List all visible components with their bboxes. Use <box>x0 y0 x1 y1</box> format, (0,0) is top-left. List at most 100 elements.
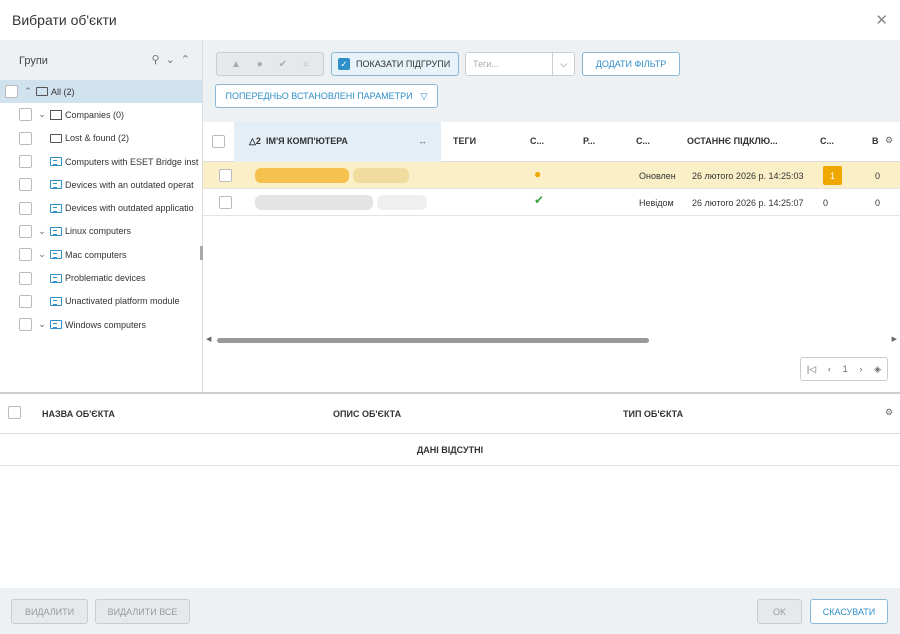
group-label: Windows computers <box>65 319 147 330</box>
group-tree-item[interactable]: Devices with an outdated operat <box>0 173 202 196</box>
status-filter-group: ▲ ● ✔ ○ <box>216 52 324 76</box>
chevron-down-icon[interactable]: ⌄ <box>36 109 48 120</box>
group-tree-item[interactable]: ⌃ All (2) <box>0 80 202 104</box>
group-tree-item[interactable]: Lost & found (2) <box>0 127 202 150</box>
chevron-down-icon[interactable]: ⌄ <box>36 226 48 237</box>
groups-panel: Групи ⚲ ⌄ ⌃ ⌃ All (2) ⌄ Companies (0) Lost &… <box>0 40 203 392</box>
group-label: Computers with ESET Bridge inst <box>65 156 199 167</box>
scroll-right-icon[interactable]: ▶ <box>892 335 897 343</box>
dialog-footer: ВИДАЛИТИ ВИДАЛИТИ ВСЕ OK СКАСУВАТИ <box>0 588 900 634</box>
table-row[interactable]: ✔ Невідом 26 лютого 2026 р. 14:25:07 0 0 <box>203 189 900 216</box>
row-checkbox[interactable] <box>219 196 232 209</box>
group-checkbox[interactable] <box>19 248 32 262</box>
layers-icon[interactable]: ◈ <box>874 364 881 375</box>
col-r[interactable]: Р... <box>583 136 595 146</box>
group-checkbox[interactable] <box>19 271 32 285</box>
tags-select[interactable]: Теги... ⌵ <box>465 52 575 76</box>
close-icon[interactable]: ✕ <box>875 11 888 29</box>
dynamic-group-icon <box>50 180 62 190</box>
selected-objects-header: НАЗВА ОБ'ЄКТА ОПИС ОБ'ЄКТА ТИП ОБ'ЄКТА ⚙ <box>0 394 900 434</box>
group-checkbox[interactable] <box>19 178 32 192</box>
group-label: Lost & found (2) <box>65 133 130 144</box>
page-number: 1 <box>842 364 848 374</box>
ok-icon: ✔ <box>534 193 545 207</box>
chevron-down-icon[interactable]: ⌵ <box>552 53 574 75</box>
search-icon[interactable]: ⚲ <box>152 53 160 66</box>
group-tree-item[interactable]: ⌄ Linux computers <box>0 220 202 243</box>
gear-icon[interactable]: ⚙ <box>885 135 893 146</box>
groups-title: Групи <box>19 55 48 67</box>
select-all-checkbox[interactable] <box>212 135 225 148</box>
computers-table: △2 ІМ'Я КОМП'ЮТЕРА ↔ ТЕГИ С... Р... С...… <box>203 122 900 392</box>
add-filter-button[interactable]: ДОДАТИ ФІЛЬТР <box>582 52 680 76</box>
group-tree-item[interactable]: ⌄ Windows computers <box>0 313 202 336</box>
row-checkbox[interactable] <box>219 169 232 182</box>
group-tree-item[interactable]: Computers with ESET Bridge inst <box>0 150 202 173</box>
folder-icon <box>50 133 62 143</box>
warning-filter-icon[interactable]: ● <box>257 59 263 70</box>
building-icon <box>50 109 62 120</box>
row-last-connected: 26 лютого 2026 р. 14:25:07 <box>692 198 804 208</box>
col-tags[interactable]: ТЕГИ <box>453 136 476 146</box>
col-object-name[interactable]: НАЗВА ОБ'ЄКТА <box>42 409 115 419</box>
group-tree-item[interactable]: Devices with outdated applicatio <box>0 196 202 219</box>
group-checkbox[interactable] <box>19 155 32 169</box>
group-tree-item[interactable]: ⌄ Companies (0) <box>0 103 202 126</box>
dynamic-group-icon <box>50 250 62 260</box>
cancel-button[interactable]: СКАСУВАТИ <box>810 599 888 624</box>
next-page-icon[interactable]: › <box>859 364 862 374</box>
remove-button[interactable]: ВИДАЛИТИ <box>11 599 88 624</box>
ok-button[interactable]: OK <box>757 599 802 624</box>
col-alerts[interactable]: С... <box>820 136 834 146</box>
group-checkbox[interactable] <box>19 224 32 238</box>
prev-page-icon[interactable]: ‹ <box>828 364 831 374</box>
group-label: Linux computers <box>65 226 132 237</box>
scroll-left-icon[interactable]: ◀ <box>206 335 211 343</box>
group-checkbox[interactable] <box>19 318 32 332</box>
resize-icon[interactable]: ↔ <box>418 136 427 146</box>
group-tree-item[interactable]: ⌄ Mac computers <box>0 243 202 266</box>
row-alerts: 0 <box>823 198 829 208</box>
ok-filter-icon[interactable]: ✔ <box>279 59 287 70</box>
col-status[interactable]: С... <box>530 136 544 146</box>
chevron-down-icon[interactable]: ⌄ <box>36 249 48 260</box>
col-state[interactable]: С... <box>636 136 650 146</box>
chevron-up-icon[interactable]: ⌃ <box>22 86 34 97</box>
group-checkbox[interactable] <box>19 294 32 308</box>
group-checkbox[interactable] <box>5 85 18 99</box>
unknown-filter-icon[interactable]: ○ <box>303 59 309 70</box>
group-tree-item[interactable]: Unactivated platform module <box>0 290 202 313</box>
presets-button[interactable]: ПОПЕРЕДНЬО ВСТАНОВЛЕНІ ПАРАМЕТРИ ▽ <box>215 84 438 108</box>
alert-badge[interactable]: 1 <box>823 166 842 185</box>
show-subgroups-toggle[interactable]: ✓ ПОКАЗАТИ ПІДГРУПИ <box>331 52 459 76</box>
group-checkbox[interactable] <box>19 131 32 145</box>
remove-all-button[interactable]: ВИДАЛИТИ ВСЕ <box>95 599 190 624</box>
group-tree: ⌃ All (2) ⌄ Companies (0) Lost & found (2) Co… <box>0 80 202 336</box>
collapse-all-icon[interactable]: ⌃ <box>181 53 190 66</box>
group-label: Unactivated platform module <box>65 296 180 307</box>
col-object-desc[interactable]: ОПИС ОБ'ЄКТА <box>333 409 401 419</box>
select-all-objects-checkbox[interactable] <box>8 406 21 419</box>
col-last-connected[interactable]: ОСТАННЄ ПІДКЛЮ... <box>687 136 778 146</box>
gear-icon[interactable]: ⚙ <box>885 407 893 418</box>
col-object-type[interactable]: ТИП ОБ'ЄКТА <box>623 409 683 419</box>
row-state: Оновлен <box>639 171 676 181</box>
table-row[interactable]: ● Оновлен 26 лютого 2026 р. 14:25:03 1 0 <box>203 162 900 189</box>
group-checkbox[interactable] <box>19 201 32 215</box>
dialog-title: Вибрати об'єкти <box>12 12 117 28</box>
first-page-icon[interactable]: |◁ <box>807 364 816 375</box>
dynamic-group-icon <box>50 296 62 306</box>
chevron-down-icon[interactable]: ⌄ <box>36 319 48 330</box>
group-checkbox[interactable] <box>19 108 32 122</box>
horizontal-scrollbar[interactable]: ◀ ▶ <box>203 335 900 345</box>
scroll-thumb[interactable] <box>217 338 649 343</box>
col-v[interactable]: В <box>872 136 879 146</box>
sort-index: 2 <box>255 136 261 146</box>
col-name[interactable]: △2 ІМ'Я КОМП'ЮТЕРА <box>249 136 348 147</box>
group-label: Companies (0) <box>65 109 125 120</box>
presets-label: ПОПЕРЕДНЬО ВСТАНОВЛЕНІ ПАРАМЕТРИ <box>225 91 413 101</box>
dynamic-group-icon <box>50 320 62 330</box>
group-tree-item[interactable]: Problematic devices <box>0 266 202 289</box>
error-filter-icon[interactable]: ▲ <box>231 59 241 70</box>
expand-all-icon[interactable]: ⌄ <box>166 53 175 66</box>
